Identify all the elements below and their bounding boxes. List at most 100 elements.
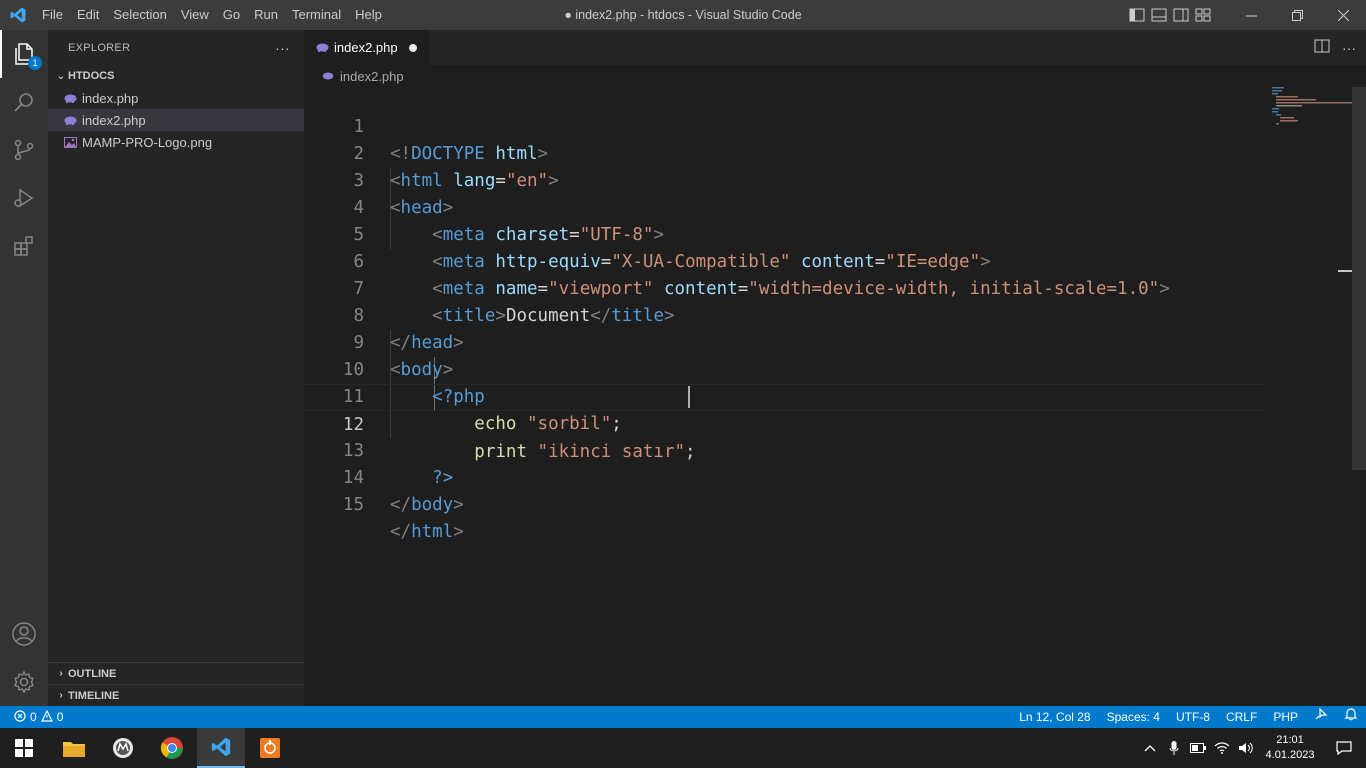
cursor-position[interactable]: Ln 12, Col 28 — [1011, 706, 1098, 728]
chrome-icon[interactable] — [148, 728, 196, 768]
indentation[interactable]: Spaces: 4 — [1099, 706, 1168, 728]
php-elephant-icon — [316, 43, 334, 52]
code-line-4[interactable]: 4 <meta charset="UTF-8"> — [304, 168, 1264, 245]
show-hidden-icons-icon[interactable] — [1138, 728, 1162, 768]
chevron-right-icon: › — [59, 690, 63, 701]
minimap[interactable] — [1272, 87, 1352, 127]
code-line-7[interactable]: 7 <title>Document</title> — [304, 249, 1264, 326]
microphone-icon[interactable] — [1162, 728, 1186, 768]
volume-icon[interactable] — [1234, 728, 1258, 768]
unsaved-dot-icon[interactable] — [409, 44, 417, 52]
windows-taskbar: 21:01 4.01.2023 — [0, 728, 1366, 768]
token: > — [453, 522, 464, 542]
minimize-button[interactable] — [1228, 0, 1274, 30]
code-line-14[interactable]: 14 </body> — [304, 438, 1264, 515]
explorer-icon[interactable]: 1 — [0, 30, 48, 78]
explorer-sidebar: EXPLORER ··· ⌄ HTDOCS index.php index2.p… — [48, 30, 304, 706]
tab-index2[interactable]: index2.php — [304, 30, 429, 65]
language-mode[interactable]: PHP — [1265, 706, 1306, 728]
notifications-bell-icon[interactable] — [1336, 706, 1366, 728]
wifi-icon[interactable] — [1210, 728, 1234, 768]
end-of-line[interactable]: CRLF — [1218, 706, 1265, 728]
menu-go[interactable]: Go — [216, 0, 247, 30]
menu-selection[interactable]: Selection — [106, 0, 173, 30]
code-line-12[interactable]: 12 print "ikinci satır"; — [304, 384, 1264, 462]
toggle-sidebar-icon[interactable] — [1126, 0, 1148, 30]
file-label: index2.php — [82, 112, 146, 128]
warning-count: 0 — [56, 710, 64, 724]
menu-bar: File Edit Selection View Go Run Terminal… — [35, 0, 389, 30]
file-explorer-icon[interactable] — [50, 728, 98, 768]
breadcrumb-file[interactable]: index2.php — [340, 69, 404, 84]
extensions-icon[interactable] — [0, 222, 48, 270]
menu-view[interactable]: View — [174, 0, 216, 30]
folder-label: HTDOCS — [68, 70, 115, 82]
menu-edit[interactable]: Edit — [70, 0, 106, 30]
folder-htdocs[interactable]: ⌄ HTDOCS — [48, 65, 304, 87]
sidebar-title: EXPLORER — [68, 41, 131, 54]
app-icon[interactable] — [246, 728, 294, 768]
feedback-icon[interactable] — [1306, 706, 1336, 728]
notification-center-icon[interactable] — [1322, 728, 1366, 768]
system-tray: 21:01 4.01.2023 — [1138, 728, 1366, 768]
vscode-icon[interactable] — [197, 728, 245, 768]
source-control-icon[interactable] — [0, 126, 48, 174]
code-line-6[interactable]: 6 <meta name="viewport" content="width=d… — [304, 222, 1264, 299]
toggle-secondary-sidebar-icon[interactable] — [1170, 0, 1192, 30]
menu-help[interactable]: Help — [348, 0, 389, 30]
code-line-11[interactable]: 11 echo "sorbil"; — [304, 357, 1264, 434]
menu-file[interactable]: File — [35, 0, 70, 30]
token: body — [411, 495, 454, 515]
status-bar: 0 0 Ln 12, Col 28 Spaces: 4 UTF-8 CRLF P… — [0, 706, 1366, 728]
code-editor[interactable]: 1 <!DOCTYPE html> 2 <html lang="en"> 3 <… — [304, 87, 1366, 706]
search-icon[interactable] — [0, 78, 48, 126]
cursor-position-marker — [1338, 270, 1352, 272]
more-actions-icon[interactable]: ··· — [275, 40, 290, 56]
toggle-panel-icon[interactable] — [1148, 0, 1170, 30]
token: </ — [390, 495, 412, 515]
chevron-down-icon: ⌄ — [56, 70, 66, 82]
code-line-13[interactable]: 13 ?> — [304, 411, 1264, 488]
code-line-2[interactable]: 2 <html lang="en"> — [304, 114, 1264, 191]
code-line-8[interactable]: 8 </head> — [304, 276, 1264, 353]
editor-tab-bar: index2.php ··· — [304, 30, 1366, 65]
activity-bar: 1 — [0, 30, 48, 706]
split-editor-icon[interactable] — [1314, 39, 1330, 56]
code-line-10[interactable]: 10 <?php — [304, 330, 1264, 407]
clock[interactable]: 21:01 4.01.2023 — [1258, 733, 1322, 763]
warning-icon — [40, 709, 53, 725]
outline-section[interactable]: › OUTLINE — [48, 662, 304, 684]
vscode-logo-icon — [0, 0, 35, 30]
file-item-index2[interactable]: index2.php — [48, 109, 304, 131]
restore-button[interactable] — [1274, 0, 1320, 30]
menu-run[interactable]: Run — [247, 0, 285, 30]
battery-icon[interactable] — [1186, 728, 1210, 768]
problems-indicator[interactable]: 0 0 — [0, 709, 64, 725]
breadcrumb: index2.php — [304, 65, 1366, 87]
code-line-15[interactable]: 15 </html> — [304, 465, 1264, 542]
code-line-9[interactable]: 9 <body> — [304, 303, 1264, 380]
windows-start-icon[interactable] — [0, 728, 48, 768]
encoding[interactable]: UTF-8 — [1168, 706, 1218, 728]
run-debug-icon[interactable] — [0, 174, 48, 222]
vertical-scrollbar[interactable] — [1352, 87, 1366, 470]
title-bar: File Edit Selection View Go Run Terminal… — [0, 0, 1366, 30]
menu-terminal[interactable]: Terminal — [285, 0, 348, 30]
code-line-3[interactable]: 3 <head> — [304, 141, 1264, 218]
manage-gear-icon[interactable] — [0, 658, 48, 706]
accounts-icon[interactable] — [0, 610, 48, 658]
text-cursor — [688, 386, 690, 408]
more-actions-icon[interactable]: ··· — [1342, 40, 1356, 56]
code-line-5[interactable]: 5 <meta http-equiv="X-UA-Compatible" con… — [304, 195, 1264, 272]
clock-time: 21:01 — [1276, 734, 1304, 746]
app-icon[interactable] — [99, 728, 147, 768]
close-window-button[interactable] — [1320, 0, 1366, 30]
php-elephant-icon — [64, 94, 82, 103]
file-item-mamp-logo[interactable]: MAMP-PRO-Logo.png — [48, 131, 304, 153]
line-number: 15 — [342, 495, 364, 515]
file-item-index[interactable]: index.php — [48, 87, 304, 109]
timeline-section[interactable]: › TIMELINE — [48, 684, 304, 706]
code-line-1[interactable]: 1 <!DOCTYPE html> — [304, 87, 1264, 164]
customize-layout-icon[interactable] — [1192, 0, 1214, 30]
php-elephant-icon — [64, 116, 82, 125]
